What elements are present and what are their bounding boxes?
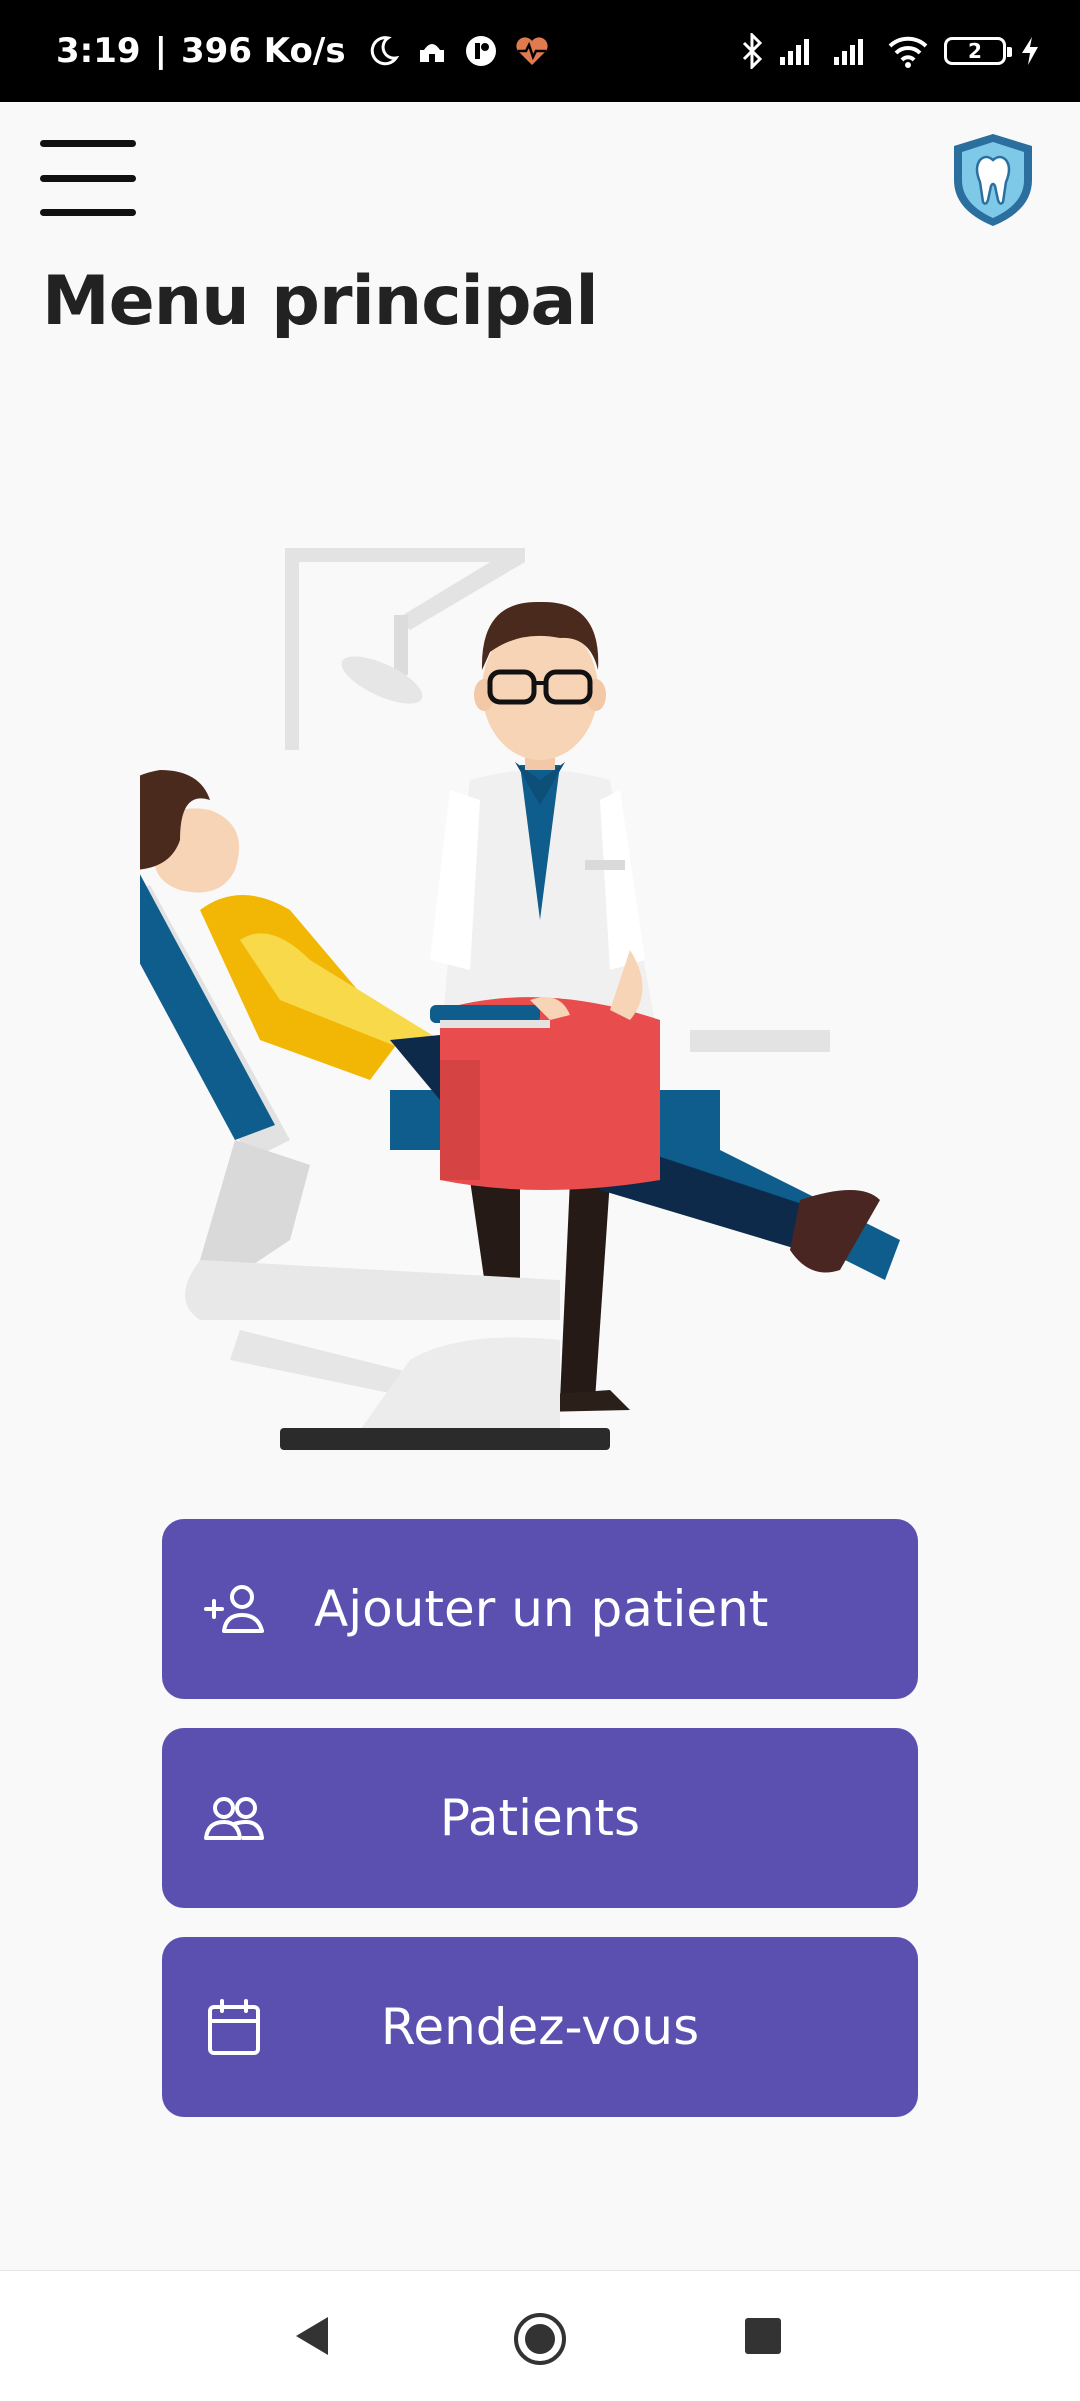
bluetooth-icon xyxy=(742,33,763,69)
charging-icon xyxy=(1022,37,1038,65)
mosque-icon xyxy=(419,44,444,62)
back-icon[interactable] xyxy=(290,2311,340,2361)
hamburger-line xyxy=(40,209,136,216)
heart-pulse-icon xyxy=(515,37,548,65)
circle-app-icon xyxy=(465,36,496,66)
status-bar-left: 3:19 | 396 Ko/s xyxy=(56,0,550,102)
wifi-icon xyxy=(888,36,928,68)
appointments-button[interactable]: Rendez-vous xyxy=(162,1937,918,2117)
status-bar: 3:19 | 396 Ko/s 2 xyxy=(0,0,1080,102)
recents-icon[interactable] xyxy=(745,2318,781,2354)
status-separator: | xyxy=(154,31,167,71)
patients-button[interactable]: Patients xyxy=(162,1728,918,1908)
appointments-label: Rendez-vous xyxy=(380,1998,700,2056)
battery-icon: 2 xyxy=(944,37,1012,65)
home-icon[interactable] xyxy=(512,2311,568,2367)
signal-icon xyxy=(834,39,863,65)
add-patient-label: Ajouter un patient xyxy=(314,1580,769,1638)
tooth-shield-icon xyxy=(954,134,1032,226)
page-title: Menu principal xyxy=(42,262,599,341)
status-bar-right: 2 xyxy=(740,0,1040,102)
add-patient-button[interactable]: Ajouter un patient xyxy=(162,1519,918,1699)
dentist-illustration xyxy=(140,548,900,1450)
hamburger-line xyxy=(40,140,136,147)
moon-icon xyxy=(370,36,399,66)
status-time: 3:19 xyxy=(56,31,141,71)
hamburger-line xyxy=(40,174,136,182)
patients-label: Patients xyxy=(439,1789,641,1847)
system-nav-bar xyxy=(0,2270,1080,2401)
signal-icon xyxy=(780,39,809,65)
status-network-speed: 396 Ko/s xyxy=(181,31,346,71)
add-person-icon xyxy=(204,1585,264,1633)
battery-level: 2 xyxy=(968,39,982,63)
hamburger-icon[interactable] xyxy=(40,140,140,216)
